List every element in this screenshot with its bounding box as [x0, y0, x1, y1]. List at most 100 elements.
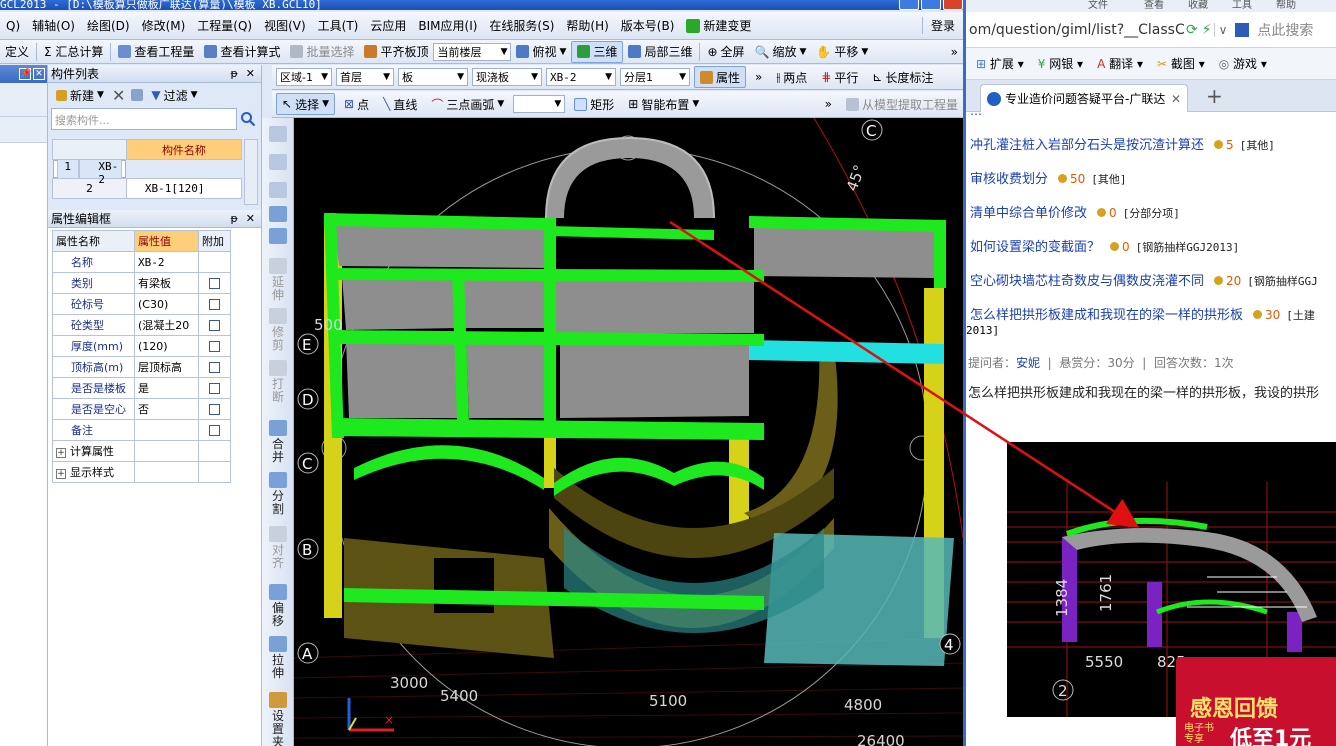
browser-tab[interactable]: 专业造价问题答疑平台-广联达 ✕	[980, 84, 1188, 112]
close-icon[interactable]: ✕	[246, 212, 255, 225]
pin-icon[interactable]: 📌	[19, 68, 31, 80]
maximize-button[interactable]	[921, 0, 941, 10]
extract-quantity-button[interactable]: 从模型提取工程量	[841, 93, 963, 115]
browser-menu-item[interactable]: 收藏	[1188, 0, 1208, 11]
browser-search-input[interactable]: 点此搜索	[1249, 20, 1313, 40]
search-engine-icon[interactable]	[1235, 22, 1250, 37]
merge-icon[interactable]	[269, 420, 287, 436]
menu-item-cloud[interactable]: 云应用	[364, 17, 412, 34]
menu-item-draw[interactable]: 绘图(D)	[81, 17, 136, 34]
property-group-row[interactable]: + 显示样式	[52, 461, 231, 483]
property-row[interactable]: 顶标高(m) 层顶标高	[52, 356, 231, 378]
asker-name[interactable]: 安妮	[1016, 356, 1040, 370]
property-group[interactable]: + 显示样式	[52, 461, 135, 483]
rotate-icon[interactable]	[269, 228, 287, 244]
property-value[interactable]: 层顶标高	[134, 356, 199, 378]
expand-icon[interactable]: +	[56, 469, 66, 479]
screenshot-button[interactable]: ✂ 截图 ▾	[1157, 55, 1205, 72]
expand-icon[interactable]: +	[56, 448, 66, 458]
layer-select[interactable]: 分层1 ▼	[620, 68, 690, 86]
menu-item-quantity[interactable]: 工程量(Q)	[191, 17, 258, 34]
mirror-icon[interactable]	[269, 182, 287, 198]
lightning-icon[interactable]: ⚡	[1200, 22, 1214, 38]
view-quantity-button[interactable]: 查看工程量	[113, 41, 199, 63]
property-value[interactable]: (C30)	[134, 293, 199, 315]
menu-item-view[interactable]: 视图(V)	[258, 17, 312, 34]
list-item[interactable]: 如何设置梁的变截面？ 0 [钢筋抽样GGJ2013]	[970, 236, 1239, 255]
local-3d-button[interactable]: 局部三维	[623, 41, 697, 63]
close-button[interactable]	[943, 0, 963, 10]
question-link[interactable]: 审核收费划分	[970, 172, 1048, 187]
floor-select[interactable]: 首层 ▼	[336, 68, 394, 86]
zoom-button[interactable]: 🔍 缩放 ▼	[750, 41, 812, 63]
close-tab-icon[interactable]: ✕	[1171, 92, 1187, 106]
three-d-button[interactable]: 三维	[571, 40, 624, 63]
property-checkbox[interactable]	[209, 425, 220, 436]
games-button[interactable]: ◎ 游戏 ▾	[1219, 55, 1267, 72]
property-value[interactable]: XB-2	[134, 251, 199, 273]
extend-icon[interactable]	[269, 258, 287, 274]
3d-viewport[interactable]: C E D C B A 4 3000 5400 5100 4800 26400	[294, 118, 963, 746]
url-input[interactable]: om/question/giml/list?__ClassCo	[966, 22, 1184, 38]
level-top-button[interactable]: 平齐板顶	[359, 41, 433, 63]
move-icon[interactable]	[269, 206, 287, 222]
list-item[interactable]: 审核收费划分 50 [其他]	[970, 168, 1127, 187]
property-checkbox[interactable]	[209, 404, 220, 415]
property-row[interactable]: 砼标号 (C30)	[52, 293, 231, 315]
menu-item-modify[interactable]: 修改(M)	[136, 17, 192, 34]
zone-select[interactable]: 区域-1 ▼	[276, 68, 332, 86]
align-tool[interactable]: 对齐	[271, 544, 285, 570]
offset-tool[interactable]: 偏移	[271, 602, 285, 628]
menu-item-help[interactable]: 帮助(H)	[560, 17, 614, 34]
refresh-icon[interactable]: ⟳	[1184, 22, 1200, 38]
two-point-button[interactable]: ⫲ 两点	[771, 66, 812, 88]
property-checkbox[interactable]	[209, 299, 220, 310]
browser-menu-item[interactable]: 帮助	[1276, 0, 1296, 11]
question-link[interactable]: 清单中综合单价修改	[970, 206, 1087, 221]
select-tool-button[interactable]: ↖ 选择 ▼	[276, 93, 335, 115]
break-icon[interactable]	[269, 360, 287, 376]
property-value[interactable]: (120)	[134, 335, 199, 357]
close-icon[interactable]: ✕	[33, 68, 45, 80]
property-value[interactable]: 有梁板	[134, 272, 199, 294]
close-icon[interactable]: ✕	[246, 67, 255, 80]
arc-tool-button[interactable]: ⌒ 三点画弧 ▼	[426, 93, 509, 115]
list-item[interactable]: 空心砌块墙芯柱奇数皮与偶数皮浇灌不同 20 [钢筋抽样GGJ	[970, 270, 1318, 289]
property-row[interactable]: 是否是楼板 是	[52, 377, 231, 399]
menu-item-version[interactable]: 版本号(B)	[615, 17, 681, 34]
property-value[interactable]: 是	[134, 377, 199, 399]
offset-icon[interactable]	[269, 584, 287, 600]
menu-item-bim[interactable]: BIM应用(I)	[412, 17, 483, 34]
component-list-scrollbar[interactable]	[244, 139, 258, 205]
bank-button[interactable]: ¥ 网银 ▾	[1038, 55, 1083, 72]
property-checkbox[interactable]	[209, 320, 220, 331]
property-checkbox[interactable]	[209, 383, 220, 394]
delete-icon[interactable]: ✕	[112, 86, 125, 105]
set-grip-icon[interactable]	[269, 692, 287, 708]
trim-icon[interactable]	[269, 308, 287, 324]
batch-select-button[interactable]: 批量选择	[285, 41, 359, 63]
pan-button[interactable]: ✋ 平移 ▼	[811, 41, 873, 63]
summary-calc-button[interactable]: Σ 汇总计算	[39, 41, 108, 63]
browser-menu-item[interactable]: 查看	[1144, 0, 1164, 11]
property-value[interactable]: (混凝土20	[134, 314, 199, 336]
point-tool-button[interactable]: ⊠ 点	[339, 93, 374, 115]
extend-tool[interactable]: 延伸	[271, 276, 285, 302]
property-row[interactable]: 厚度(mm) (120)	[52, 335, 231, 357]
pin-icon[interactable]: ᵽ	[230, 67, 237, 80]
element-subtype-select[interactable]: 现浇板 ▼	[472, 68, 542, 86]
list-item[interactable]: 清单中综合单价修改 0 [分部分项]	[970, 202, 1180, 221]
split-icon[interactable]	[269, 472, 287, 488]
stretch-icon[interactable]	[269, 636, 287, 652]
view-formula-button[interactable]: 查看计算式	[199, 41, 285, 63]
current-floor-select[interactable]: 当前楼层 ▼	[433, 42, 512, 61]
property-value[interactable]	[134, 419, 199, 441]
copy-icon[interactable]	[131, 89, 144, 101]
question-link[interactable]: 冲孔灌注桩入岩部分石头是按沉渣计算还	[970, 138, 1204, 153]
smart-layout-button[interactable]: ⊞ 智能布置 ▼	[623, 93, 704, 115]
overflow-button[interactable]: »	[820, 93, 837, 115]
question-link[interactable]: 如何设置梁的变截面？	[970, 240, 1100, 255]
merge-tool[interactable]: 合并	[271, 438, 285, 464]
property-row[interactable]: 名称 XB-2	[52, 251, 231, 273]
minimize-button[interactable]	[899, 0, 919, 10]
